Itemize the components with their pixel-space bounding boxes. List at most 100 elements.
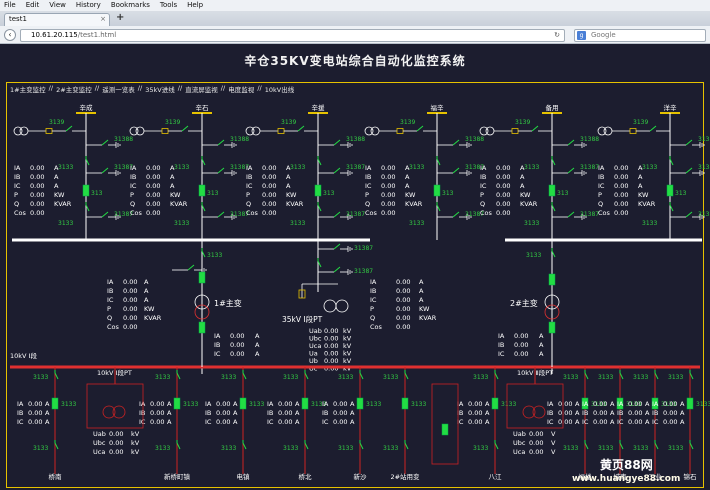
- ground-switch-31388[interactable]: [101, 139, 109, 146]
- breaker-313[interactable]: [666, 184, 674, 197]
- breaker-313[interactable]: [433, 184, 441, 197]
- close-icon[interactable]: ×: [100, 14, 106, 25]
- ground-switch-31387-lower[interactable]: [101, 211, 109, 218]
- feeder10-meas-value: 0.00: [628, 409, 642, 417]
- menu-edit[interactable]: Edit: [26, 0, 40, 11]
- meas-unit: KVAR: [520, 200, 538, 208]
- meas-value-ic: 0.00: [496, 182, 510, 190]
- t1-breaker-lv[interactable]: [198, 321, 206, 334]
- refresh-icon[interactable]: ↻: [554, 30, 560, 41]
- pt35-ground-2[interactable]: [333, 266, 341, 273]
- feeder10-breaker[interactable]: [173, 397, 181, 410]
- pt10-meas-value: 0.00: [109, 448, 123, 456]
- breaker-313[interactable]: [314, 184, 322, 197]
- feeder10-breaker[interactable]: [51, 397, 59, 410]
- meas-label: Cos: [365, 209, 378, 217]
- t1-meas-unit: A: [144, 278, 149, 286]
- code-3133-lower: 3133: [642, 220, 657, 227]
- new-tab-icon[interactable]: +: [116, 12, 124, 23]
- ground-switch-31388[interactable]: [567, 139, 575, 146]
- feeder10-meas-label: IC: [17, 418, 24, 426]
- ground-switch-31387-lower[interactable]: [567, 211, 575, 218]
- ground-switch-31387-lower[interactable]: [452, 211, 460, 218]
- ground-switch-31387-lower[interactable]: [217, 211, 225, 218]
- meas-label: IB: [365, 173, 371, 181]
- center-meas-value: 0.00: [396, 305, 410, 313]
- url-bar[interactable]: 10.61.20.115/test1.html ↻: [20, 29, 565, 42]
- menu-tools[interactable]: Tools: [160, 0, 177, 11]
- meas-unit: KW: [520, 191, 531, 199]
- ground-switch-31387-upper[interactable]: [567, 167, 575, 174]
- feeder10-name-10: 锦石: [684, 472, 698, 481]
- pt-circle: [603, 126, 613, 136]
- pt10-meas-value: 0.00: [109, 439, 123, 447]
- feeder10-breaker[interactable]: [491, 397, 499, 410]
- code-31388: 31388: [580, 136, 599, 143]
- meas-value-cos: 0.00: [262, 209, 276, 217]
- code-3139: 3139: [400, 119, 415, 126]
- disconnect-switch-3139[interactable]: [649, 125, 657, 132]
- ground-switch-31388[interactable]: [685, 139, 693, 146]
- t2-breaker[interactable]: [548, 273, 556, 286]
- ground-switch-31388[interactable]: [217, 139, 225, 146]
- feeder10-meas-unit: A: [167, 409, 172, 417]
- feeder10-breaker[interactable]: [356, 397, 364, 410]
- disconnect-switch-3139[interactable]: [416, 125, 424, 132]
- menu-bookmarks[interactable]: Bookmarks: [111, 0, 150, 11]
- center-meas-value: 0.00: [396, 287, 410, 295]
- menu-history[interactable]: History: [76, 0, 101, 11]
- meas-label: IC: [480, 182, 487, 190]
- meas-label: P: [480, 191, 484, 199]
- feeder10-breaker[interactable]: [301, 397, 309, 410]
- disconnect-switch-3139[interactable]: [531, 125, 539, 132]
- pt35-ground-1[interactable]: [333, 243, 341, 250]
- breaker-313[interactable]: [82, 184, 90, 197]
- center-meas-unit: A: [419, 296, 424, 304]
- disconnect-switch-3139[interactable]: [181, 125, 189, 132]
- feeder10-breaker[interactable]: [686, 397, 694, 410]
- feeder10-meas-value: 0.00: [593, 400, 607, 408]
- disconnect-switch-3139[interactable]: [65, 125, 73, 132]
- fuse: [45, 128, 53, 134]
- feeder10-breaker[interactable]: [239, 397, 247, 410]
- feeder10-meas-value: 0.00: [278, 400, 292, 408]
- disconnect-switch-3139[interactable]: [297, 125, 305, 132]
- ground-switch-31388[interactable]: [333, 139, 341, 146]
- browser-tab[interactable]: test1 ×: [4, 13, 110, 26]
- t1-meas-value: 0.00: [123, 314, 137, 322]
- search-input[interactable]: g Google: [574, 29, 706, 42]
- meas-label: IC: [14, 182, 21, 190]
- code-31387-lower: 31387: [698, 211, 710, 218]
- t2-low-value: 0.00: [514, 341, 528, 349]
- feeder10-meas-unit: A: [350, 400, 355, 408]
- bus-tie-breaker[interactable]: [441, 423, 449, 436]
- ground-switch-31387-upper[interactable]: [685, 167, 693, 174]
- back-icon[interactable]: ‹: [4, 29, 16, 41]
- meas-label: IA: [598, 164, 605, 172]
- breaker-313[interactable]: [548, 184, 556, 197]
- feeder10-meas-label: IB: [267, 409, 273, 417]
- ground-switch-31387-lower[interactable]: [333, 211, 341, 218]
- menu-view[interactable]: View: [49, 0, 66, 11]
- meas-label: IC: [365, 182, 372, 190]
- t2-breaker-lv[interactable]: [548, 321, 556, 334]
- pt35-code-ground-2: 31387: [354, 268, 373, 275]
- ground-switch-31387-upper[interactable]: [452, 167, 460, 174]
- t1-breaker[interactable]: [198, 271, 206, 284]
- ground-switch-31387-upper[interactable]: [101, 167, 109, 174]
- t1-low-unit: A: [255, 341, 260, 349]
- menu-file[interactable]: File: [4, 0, 16, 11]
- feeder10-meas-unit: A: [45, 409, 50, 417]
- feeder10-meas-unit: A: [485, 409, 490, 417]
- feeder10-breaker[interactable]: [401, 397, 409, 410]
- menu-help[interactable]: Help: [187, 0, 203, 11]
- ground-switch-31387-lower[interactable]: [685, 211, 693, 218]
- ground-switch-31387-upper[interactable]: [333, 167, 341, 174]
- code-313: 313: [207, 190, 219, 197]
- ground-switch-31387-upper[interactable]: [217, 167, 225, 174]
- ground-switch-31388[interactable]: [452, 139, 460, 146]
- breaker-313[interactable]: [198, 184, 206, 197]
- feeder10-meas-unit: A: [680, 409, 685, 417]
- meas-value-ia: 0.00: [381, 164, 395, 172]
- t1-ground[interactable]: [187, 264, 195, 271]
